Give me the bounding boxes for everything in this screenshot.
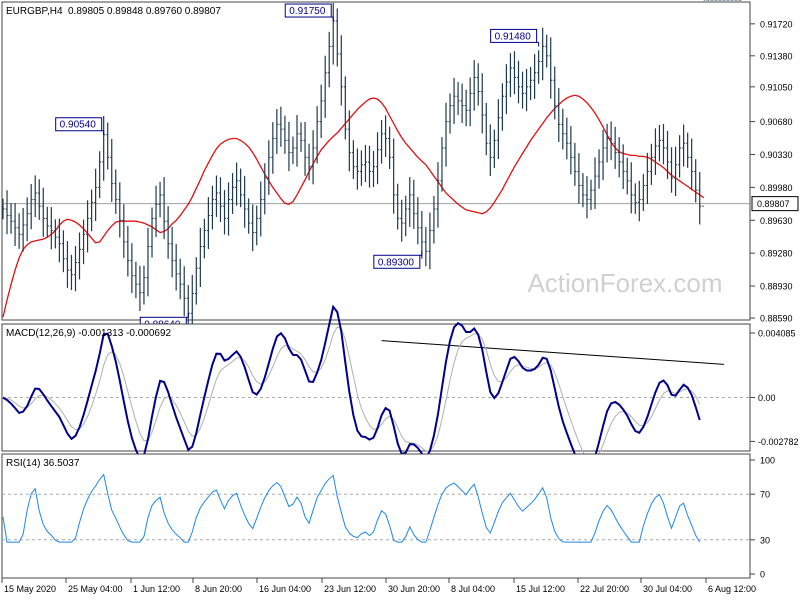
x-tick-label: 23 Jun 12:00 xyxy=(324,584,376,594)
price-tick-label: 0.91720 xyxy=(760,19,793,29)
annotation-label: 0.89300 xyxy=(378,257,415,268)
x-tick-label: 16 Jun 04:00 xyxy=(259,584,311,594)
x-tick-label: 8 Jun 20:00 xyxy=(195,584,242,594)
price-tick-label: 0.90330 xyxy=(760,150,793,160)
x-tick-label: 30 Jul 04:00 xyxy=(643,584,692,594)
x-tick-label: 25 May 04:00 xyxy=(68,584,123,594)
ohlc-label: 0.89805 0.89848 0.89760 0.89807 xyxy=(68,6,221,17)
x-tick-label: 30 Jun 20:00 xyxy=(388,584,440,594)
macd-tick-label: -0.002782 xyxy=(758,437,799,447)
rsi-tick-label: 30 xyxy=(760,535,770,545)
x-tick-label: 15 Jul 12:00 xyxy=(516,584,565,594)
price-tick-label: 0.91050 xyxy=(760,82,793,92)
price-tick-label: 0.88590 xyxy=(760,314,793,324)
macd-tick-label: 0.00 xyxy=(758,393,776,403)
rsi-tick-label: 100 xyxy=(760,456,775,466)
macd-tick-label: 0.004085 xyxy=(758,328,796,338)
annotation-label: 0.91750 xyxy=(289,6,326,17)
x-tick-label: 22 Jul 20:00 xyxy=(580,584,629,594)
chart-svg: ActionForex.com EURGBP,H4 0.89805 0.8984… xyxy=(1,0,799,594)
x-tick-label: 8 Jul 04:00 xyxy=(451,584,495,594)
price-tick-label: 0.89980 xyxy=(760,183,793,193)
watermark: ActionForex.com xyxy=(527,268,722,298)
forex-chart: ActionForex.com EURGBP,H4 0.89805 0.8984… xyxy=(0,0,800,600)
x-tick-label: 6 Aug 12:00 xyxy=(708,584,756,594)
rsi-tick-label: 0 xyxy=(760,570,765,580)
price-tick-label: 0.89280 xyxy=(760,249,793,259)
macd-label: MACD(12,26,9) -0.001313 -0.000692 xyxy=(6,328,172,339)
rsi-tick-label: 70 xyxy=(760,490,770,500)
instrument-label: EURGBP,H4 xyxy=(6,6,63,17)
price-tick-label: 0.90680 xyxy=(760,117,793,127)
x-tick-label: 1 Jun 12:00 xyxy=(133,584,180,594)
annotation-label: 0.90540 xyxy=(60,120,97,131)
x-tick-label: 15 May 2020 xyxy=(4,584,56,594)
annotation-label: 0.91480 xyxy=(495,31,532,42)
current-price-label: 0.89807 xyxy=(757,199,790,209)
price-tick-label: 0.88930 xyxy=(760,282,793,292)
rsi-label: RSI(14) 36.5037 xyxy=(6,458,80,469)
price-tick-label: 0.89630 xyxy=(760,216,793,226)
price-tick-label: 0.91380 xyxy=(760,51,793,61)
